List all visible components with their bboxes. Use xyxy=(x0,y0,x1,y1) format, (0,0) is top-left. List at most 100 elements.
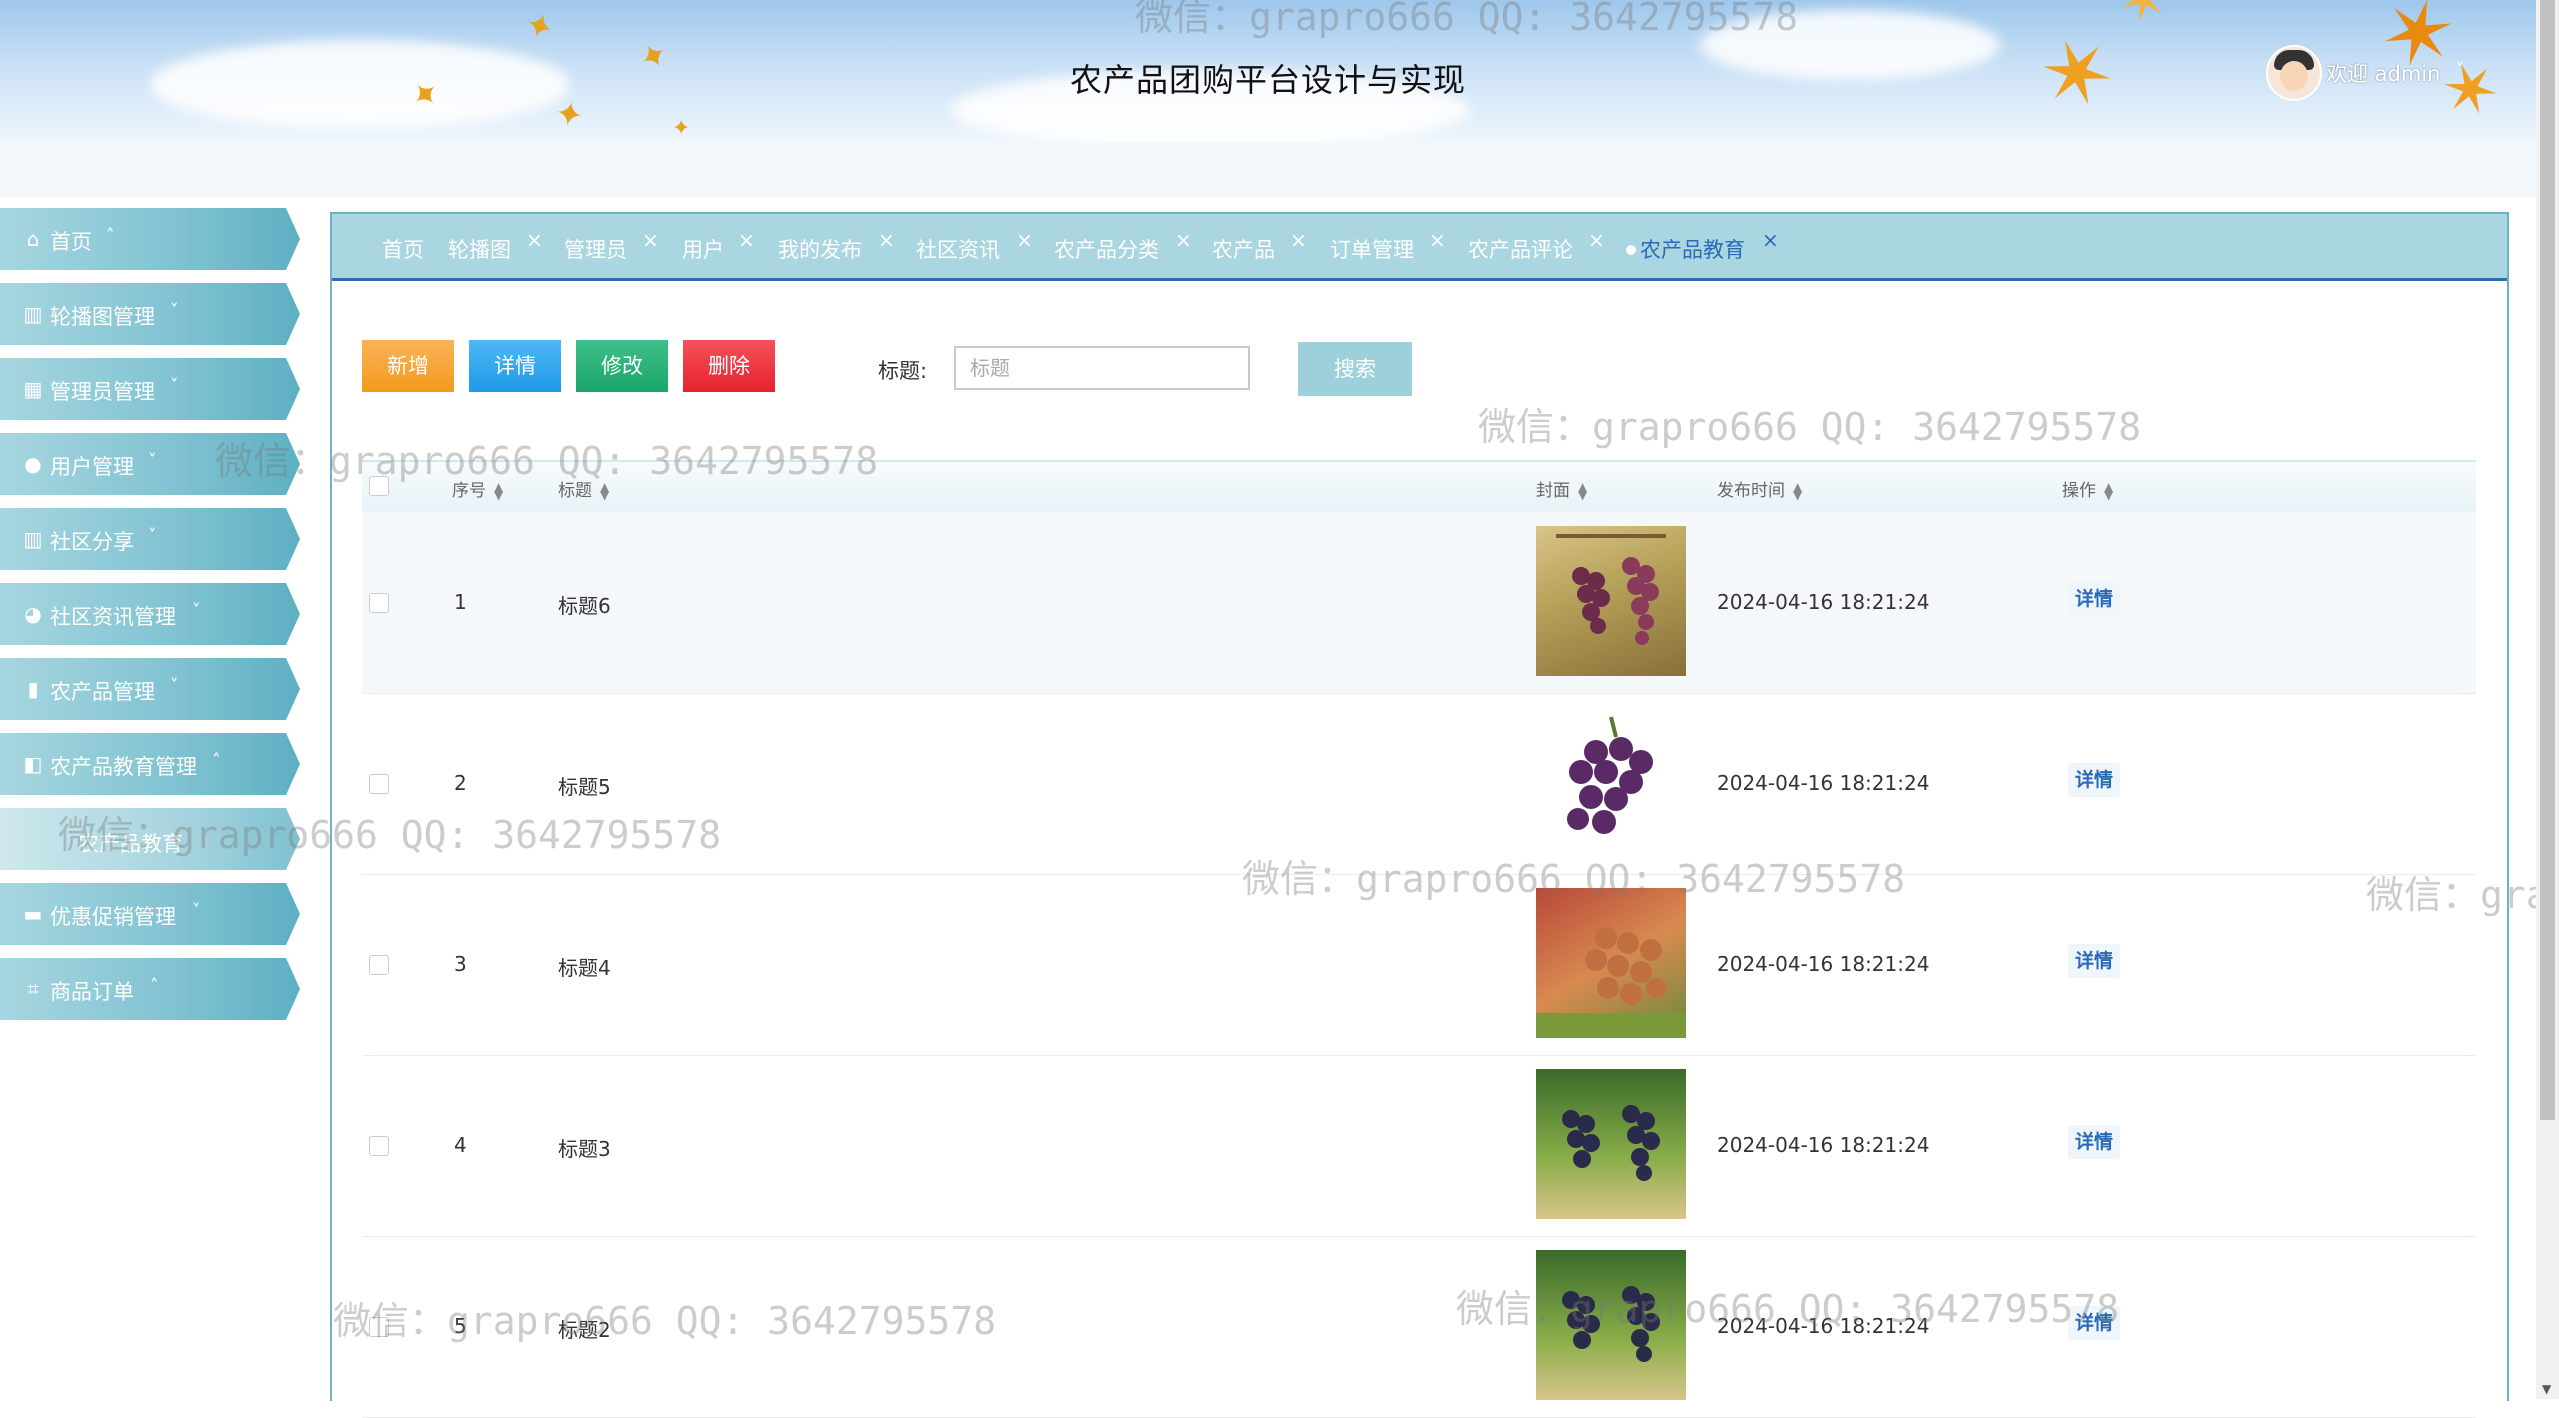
row-checkbox[interactable] xyxy=(369,1317,389,1337)
tab-carousel[interactable]: 轮播图 xyxy=(448,234,511,264)
grape-illustration xyxy=(1536,927,1686,1038)
cover-image xyxy=(1536,526,1686,676)
row-index: 5 xyxy=(454,1314,467,1338)
row-checkbox[interactable] xyxy=(369,593,389,613)
column-header[interactable]: 序号 ▲ ▼ xyxy=(452,476,503,501)
sort-icon[interactable]: ▲ ▼ xyxy=(600,481,609,501)
page-title: 农产品团购平台设计与实现 xyxy=(1070,61,1467,99)
column-header[interactable]: 封面 ▲ ▼ xyxy=(1536,476,1587,501)
chevron-down-icon[interactable]: ˅ xyxy=(2455,60,2464,81)
close-icon[interactable]: × xyxy=(642,228,659,252)
chevron-up-icon: ˄ xyxy=(212,751,221,771)
chart-icon: ▥ xyxy=(23,302,43,326)
dashboard-icon: ▦ xyxy=(23,377,43,401)
grape-illustration xyxy=(1556,534,1666,645)
tab-product-reviews[interactable]: 农产品评论 xyxy=(1468,234,1573,264)
chevron-down-icon: ˅ xyxy=(170,376,179,396)
sidebar-item-home[interactable]: ⌂ 首页 ˄ xyxy=(0,208,300,270)
detail-button[interactable]: 详情 xyxy=(469,340,561,392)
cloud-decoration xyxy=(150,40,570,130)
row-detail-link[interactable]: 详情 xyxy=(2068,763,2120,797)
row-index: 3 xyxy=(454,952,467,976)
welcome-text[interactable]: 欢迎 admin xyxy=(2326,58,2440,88)
close-icon[interactable]: × xyxy=(1429,228,1446,252)
leaf-icon: ✦ xyxy=(631,32,677,82)
row-checkbox[interactable] xyxy=(369,774,389,794)
sort-icon[interactable]: ▲ ▼ xyxy=(1578,481,1587,501)
row-detail-link[interactable]: 详情 xyxy=(2068,1125,2120,1159)
row-checkbox[interactable] xyxy=(369,955,389,975)
tab-my-posts[interactable]: 我的发布 xyxy=(778,234,862,264)
close-icon[interactable]: × xyxy=(738,228,755,252)
close-icon[interactable]: × xyxy=(1175,228,1192,252)
sidebar-item-products[interactable]: ▮ 农产品管理 ˅ xyxy=(0,658,300,720)
sidebar-item-label: 轮播图管理 xyxy=(50,305,155,329)
sidebar-item-label: 首页 xyxy=(50,230,92,254)
row-title: 标题3 xyxy=(558,1137,611,1161)
row-detail-link[interactable]: 详情 xyxy=(2068,582,2120,616)
search-input[interactable] xyxy=(954,346,1250,390)
tab-home[interactable]: 首页 xyxy=(382,234,424,264)
tab-users[interactable]: 用户 xyxy=(682,234,724,264)
column-header[interactable]: 发布时间 ▲ ▼ xyxy=(1717,476,1802,501)
sidebar-item-orders[interactable]: ⌗ 商品订单 ˄ xyxy=(0,958,300,1020)
sidebar-item-users[interactable]: ● 用户管理 ˅ xyxy=(0,433,300,495)
tab-community-news[interactable]: 社区资讯 xyxy=(916,234,1000,264)
row-title: 标题4 xyxy=(558,956,611,980)
close-icon[interactable]: × xyxy=(1016,228,1033,252)
column-label: 发布时间 xyxy=(1717,481,1785,501)
add-button[interactable]: 新增 xyxy=(362,340,454,392)
close-icon[interactable]: × xyxy=(1762,228,1779,252)
table-row[interactable]: 2 标题5 2024-04-16 18:21:24 详情 xyxy=(362,693,2476,875)
tab-admins[interactable]: 管理员 xyxy=(564,234,627,264)
table-row[interactable]: 4 标题3 2024-04-16 18:21:24 详情 xyxy=(362,1055,2476,1237)
sidebar-item-label: 商品订单 xyxy=(50,980,134,1004)
column-header[interactable]: 操作 ▲ ▼ xyxy=(2062,476,2113,501)
sort-icon[interactable]: ▲ ▼ xyxy=(1793,481,1802,501)
sort-icon[interactable]: ▲ ▼ xyxy=(494,481,503,501)
close-icon[interactable]: × xyxy=(1290,228,1307,252)
sidebar-subitem-education[interactable]: 农产品教育 xyxy=(0,808,300,870)
tab-orders[interactable]: 订单管理 xyxy=(1330,234,1414,264)
active-dot-icon xyxy=(1626,245,1636,255)
row-publish-time: 2024-04-16 18:21:24 xyxy=(1717,1133,1930,1157)
scrollbar-thumb[interactable] xyxy=(2540,0,2555,1120)
edit-button[interactable]: 修改 xyxy=(576,340,668,392)
sort-icon[interactable]: ▲ ▼ xyxy=(2104,481,2113,501)
grape-illustration xyxy=(1562,1286,1660,1362)
column-label: 序号 xyxy=(452,481,486,501)
sidebar-item-education[interactable]: ◧ 农产品教育管理 ˄ xyxy=(0,733,300,795)
close-icon[interactable]: × xyxy=(878,228,895,252)
close-icon[interactable]: × xyxy=(526,228,543,252)
sidebar-item-promotions[interactable]: ▬ 优惠促销管理 ˅ xyxy=(0,883,300,945)
tab-product-categories[interactable]: 农产品分类 xyxy=(1054,234,1159,264)
row-detail-link[interactable]: 详情 xyxy=(2068,1306,2120,1340)
tab-products[interactable]: 农产品 xyxy=(1212,234,1275,264)
column-header[interactable]: 标题 ▲ ▼ xyxy=(558,476,609,501)
sidebar-item-label: 社区分享 xyxy=(50,530,134,554)
scroll-down-arrow-icon[interactable]: ▼ xyxy=(2542,1382,2551,1396)
sidebar-item-carousel[interactable]: ▥ 轮播图管理 ˅ xyxy=(0,283,300,345)
table-row[interactable]: 1 标题6 2024-04-16 18:21:24 详情 xyxy=(362,512,2476,694)
row-detail-link[interactable]: 详情 xyxy=(2068,944,2120,978)
close-icon[interactable]: × xyxy=(1588,228,1605,252)
table-row[interactable]: 5 标题2 2024-04-16 18:21:24 详情 xyxy=(362,1236,2476,1418)
main-panel: 首页 轮播图 × 管理员 × 用户 × 我的发布 × 社区资讯 × 农产品分类 … xyxy=(330,212,2509,1418)
sidebar-item-community-share[interactable]: ▥ 社区分享 ˅ xyxy=(0,508,300,570)
leaf-icon: ✦ xyxy=(672,116,691,141)
sidebar-item-admins[interactable]: ▦ 管理员管理 ˅ xyxy=(0,358,300,420)
row-checkbox[interactable] xyxy=(369,1136,389,1156)
table-header: 序号 ▲ ▼ 标题 ▲ ▼ 封面 ▲ ▼ 发布时间 ▲ ▼ 操作 ▲ ▼ xyxy=(362,460,2476,514)
chevron-up-icon: ˄ xyxy=(150,976,159,996)
chevron-down-icon: ˅ xyxy=(170,676,179,696)
delete-button[interactable]: 删除 xyxy=(683,340,775,392)
search-button[interactable]: 搜索 xyxy=(1298,342,1412,396)
crop-icon: ⌗ xyxy=(27,977,39,1001)
bar-chart-icon: ▥ xyxy=(23,527,43,551)
table-row[interactable]: 3 标题4 2024-04-16 18:21:24 详情 xyxy=(362,874,2476,1056)
select-all-checkbox[interactable] xyxy=(369,476,389,496)
sidebar-item-community-news[interactable]: ◕ 社区资讯管理 ˅ xyxy=(0,583,300,645)
compass-icon: ◕ xyxy=(24,602,42,626)
tab-product-education[interactable]: 农产品教育 xyxy=(1640,234,1745,264)
avatar[interactable] xyxy=(2266,45,2322,101)
